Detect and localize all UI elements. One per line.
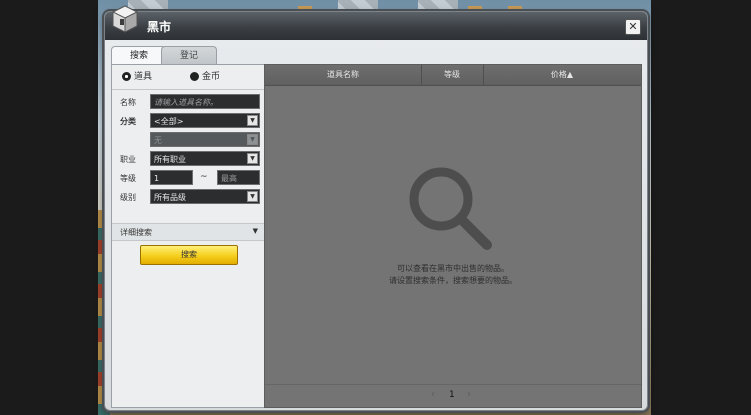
grade-value: 所有品级 [154,193,186,202]
title-bar[interactable]: 黑市 ✕ [105,5,647,40]
black-market-window: 黑市 ✕ 搜索 登记 道具 金币 名称 请输入道具名称。 分类 <全部> ▼ 无… [104,5,648,411]
divider [112,89,264,90]
column-level[interactable]: 等级 [421,65,483,85]
level-min-input[interactable]: 1 [150,170,193,185]
category-label: 分类 [120,117,136,126]
close-icon: ✕ [628,20,638,33]
empty-message-line2: 请设置搜索条件，搜索想要的物品。 [389,276,517,285]
close-button[interactable]: ✕ [625,19,641,35]
radio-gold-label: 金币 [202,72,221,82]
radio-unselected-icon [190,72,199,81]
job-value: 所有职业 [154,155,186,164]
name-label: 名称 [120,98,136,107]
page-number: 1 [449,390,455,400]
radio-selected-icon [122,72,131,81]
name-input[interactable]: 请输入道具名称。 [150,94,260,109]
level-label: 等级 [120,174,136,183]
grade-label: 级别 [120,193,136,202]
radio-item-label: 道具 [134,72,153,82]
level-range-separator: ~ [200,172,208,182]
category-value: <全部> [154,117,184,126]
dropdown-arrow-icon: ▼ [247,115,258,126]
chevron-down-icon: ▼ [252,227,258,235]
empty-message-line1: 可以查看在黑市中出售的物品。 [397,264,509,273]
job-dropdown[interactable]: 所有职业 ▼ [150,151,260,166]
cube-icon [111,5,139,33]
window-title: 黑市 [147,20,172,34]
tab-search[interactable]: 搜索 [111,46,167,66]
detail-search-label: 详细搜索 [120,228,152,237]
level-max-input[interactable]: 最高 [217,170,260,185]
tab-register[interactable]: 登记 [161,46,217,65]
job-label: 职业 [120,155,136,164]
dropdown-arrow-icon: ▼ [247,134,258,145]
search-button[interactable]: 搜索 [140,245,238,265]
column-item-name[interactable]: 道具名称 [265,65,421,85]
dropdown-arrow-icon: ▼ [247,153,258,164]
radio-item[interactable]: 道具 [122,71,152,83]
magnifier-icon [409,167,492,250]
results-header: 道具名称 等级 价格▲ [265,65,641,86]
radio-gold[interactable]: 金币 [190,71,220,83]
search-filter-panel: 道具 金币 名称 请输入道具名称。 分类 <全部> ▼ 无 ▼ 职业 所有职业 … [111,64,265,408]
grade-dropdown[interactable]: 所有品级 ▼ [150,189,260,204]
detail-search-toggle[interactable]: 详细搜索 ▼ [112,223,264,241]
results-panel: 道具名称 等级 价格▲ 可以查看在黑市中出售的物品。 请设置搜索条件，搜索想要的… [264,64,642,408]
column-price[interactable]: 价格▲ [483,65,641,85]
subcategory-dropdown: 无 ▼ [150,132,260,147]
prev-page-button[interactable]: ‹ [431,389,435,400]
next-page-button[interactable]: › [467,389,471,400]
subcategory-value: 无 [154,136,162,145]
dropdown-arrow-icon: ▼ [247,191,258,202]
pagination: ‹ 1 › [265,384,641,407]
category-dropdown[interactable]: <全部> ▼ [150,113,260,128]
